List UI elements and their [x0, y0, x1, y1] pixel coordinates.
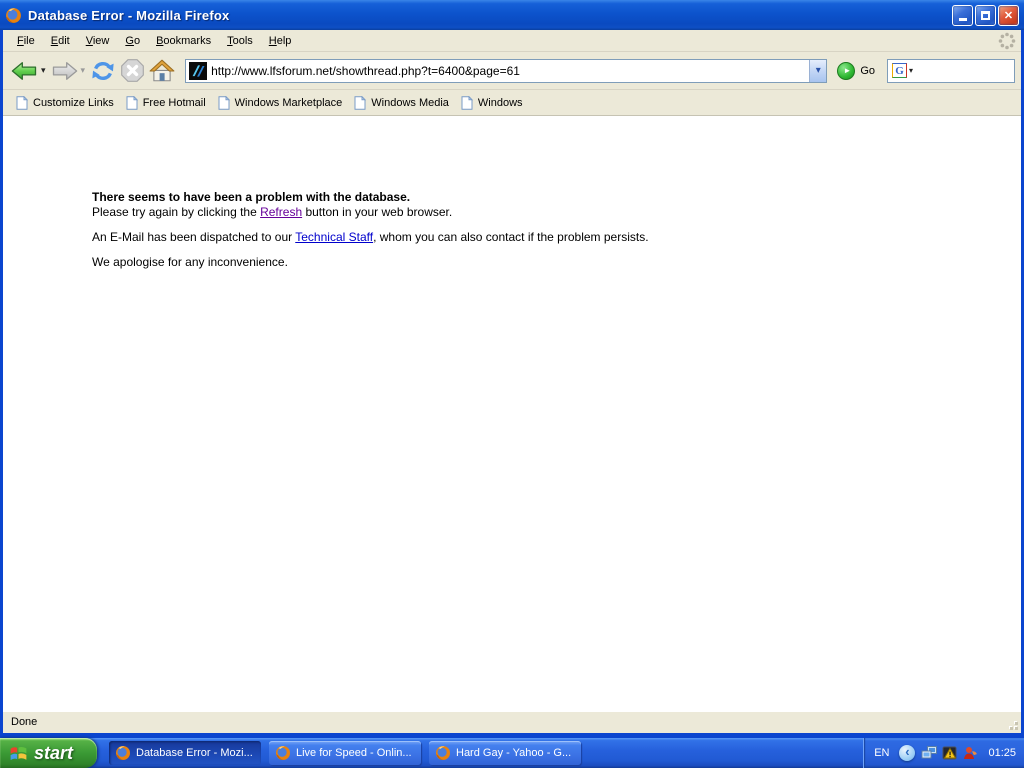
site-favicon [189, 61, 208, 80]
go-icon: ► [837, 61, 856, 80]
menu-edit[interactable]: Edit [43, 32, 78, 50]
bookmark-customize-links[interactable]: Customize Links [11, 94, 121, 112]
menu-tools[interactable]: Tools [219, 32, 261, 50]
google-icon[interactable]: G [892, 63, 907, 78]
minimize-icon [958, 18, 967, 21]
go-label: Go [860, 64, 875, 77]
close-button[interactable]: ✕ [998, 4, 1019, 26]
menu-go[interactable]: Go [117, 32, 148, 50]
bookmark-page-icon [461, 95, 473, 110]
technical-staff-link[interactable]: Technical Staff [295, 230, 373, 244]
menu-help[interactable]: Help [261, 32, 300, 50]
clock: 01:25 [988, 747, 1016, 759]
error-line-email: An E-Mail has been dispatched to our Tec… [92, 230, 649, 245]
bookmark-label: Windows Media [371, 96, 449, 109]
navigation-toolbar: ▾ ▾ http://www.lfsforum.net/showthread.p… [3, 52, 1021, 90]
status-text: Done [11, 716, 38, 728]
window-title: Database Error - Mozilla Firefox [28, 7, 230, 23]
firefox-icon [276, 746, 290, 760]
chevron-left-icon: ‹ [905, 744, 910, 759]
back-button[interactable] [9, 55, 40, 87]
minimize-button[interactable] [952, 4, 973, 26]
search-engine-dropdown[interactable]: ▾ [908, 66, 916, 75]
bookmarks-toolbar: Customize Links Free Hotmail Windows Mar… [3, 90, 1021, 116]
stop-button[interactable] [118, 55, 147, 87]
reload-icon [92, 61, 114, 80]
menu-view[interactable]: View [78, 32, 118, 50]
bookmark-label: Free Hotmail [142, 96, 206, 109]
messenger-icon[interactable] [962, 745, 978, 761]
url-dropdown-button[interactable]: ▾ [809, 59, 827, 82]
close-icon: ✕ [1003, 9, 1014, 22]
reload-button[interactable] [88, 55, 118, 87]
task-database-error[interactable]: Database Error - Mozi... [109, 741, 261, 765]
forward-dropdown[interactable]: ▾ [80, 65, 89, 76]
firefox-icon [116, 746, 130, 760]
resize-grip[interactable] [1006, 718, 1019, 731]
search-input[interactable] [918, 61, 1014, 80]
language-indicator[interactable]: EN [874, 747, 889, 759]
network-icon[interactable] [921, 745, 938, 761]
content-area: There seems to have been a problem with … [3, 116, 1021, 710]
task-buttons: Database Error - Mozi... Live for Speed … [109, 741, 863, 765]
forward-button[interactable] [49, 55, 80, 87]
bookmark-windows[interactable]: Windows [456, 94, 530, 112]
task-live-for-speed[interactable]: Live for Speed - Onlin... [269, 741, 421, 765]
firefox-icon [436, 746, 450, 760]
menu-file[interactable]: File [9, 32, 43, 50]
bookmark-page-icon [218, 95, 230, 110]
throbber-icon [998, 32, 1016, 50]
bookmark-windows-media[interactable]: Windows Media [349, 94, 456, 112]
home-button[interactable] [147, 55, 177, 87]
task-label: Database Error - Mozi... [136, 747, 253, 759]
menu-bar: File Edit View Go Bookmarks Tools Help [3, 30, 1021, 52]
error-line-refresh: Please try again by clicking the Refresh… [92, 205, 453, 220]
search-box: G ▾ [887, 58, 1015, 83]
start-label: start [34, 742, 74, 763]
bookmark-label: Windows Marketplace [234, 96, 343, 109]
home-icon [149, 59, 175, 81]
windows-logo-icon [10, 746, 27, 760]
error-heading: There seems to have been a problem with … [92, 190, 411, 204]
bookmark-windows-marketplace[interactable]: Windows Marketplace [213, 94, 350, 112]
bookmark-label: Windows [477, 96, 523, 109]
bookmark-page-icon [126, 95, 138, 110]
tray-collapse-button[interactable]: ‹ [899, 744, 916, 761]
bookmark-page-icon [16, 95, 28, 110]
bookmark-page-icon [354, 95, 367, 110]
alert-icon[interactable] [942, 745, 958, 761]
address-bar: ▾ [185, 58, 828, 83]
status-bar: Done [3, 710, 1021, 733]
taskbar: start Database Error - Mozi... Live for … [0, 738, 1024, 768]
bookmark-label: Customize Links [33, 96, 114, 109]
error-line-apology: We apologise for any inconvenience. [92, 255, 288, 270]
title-bar: Database Error - Mozilla Firefox ✕ [0, 0, 1024, 30]
bookmark-free-hotmail[interactable]: Free Hotmail [121, 94, 213, 112]
menu-bookmarks[interactable]: Bookmarks [148, 32, 219, 50]
system-tray: EN ‹ 01:25 [863, 738, 1024, 768]
maximize-button[interactable] [975, 4, 996, 26]
firefox-icon [6, 7, 21, 23]
forward-icon [52, 61, 77, 80]
stop-icon [121, 59, 144, 82]
start-button[interactable]: start [0, 738, 97, 768]
browser-window: Database Error - Mozilla Firefox ✕ File … [0, 0, 1024, 738]
task-label: Hard Gay - Yahoo - G... [456, 747, 572, 759]
back-icon [11, 61, 37, 80]
back-dropdown[interactable]: ▾ [40, 65, 49, 76]
maximize-icon [981, 10, 990, 20]
chevron-down-icon: ▾ [815, 65, 821, 76]
task-label: Live for Speed - Onlin... [296, 747, 412, 759]
refresh-link[interactable]: Refresh [260, 205, 302, 219]
go-button[interactable]: ► Go [837, 61, 875, 80]
url-input[interactable] [211, 60, 810, 81]
task-hard-gay-yahoo[interactable]: Hard Gay - Yahoo - G... [429, 741, 581, 765]
